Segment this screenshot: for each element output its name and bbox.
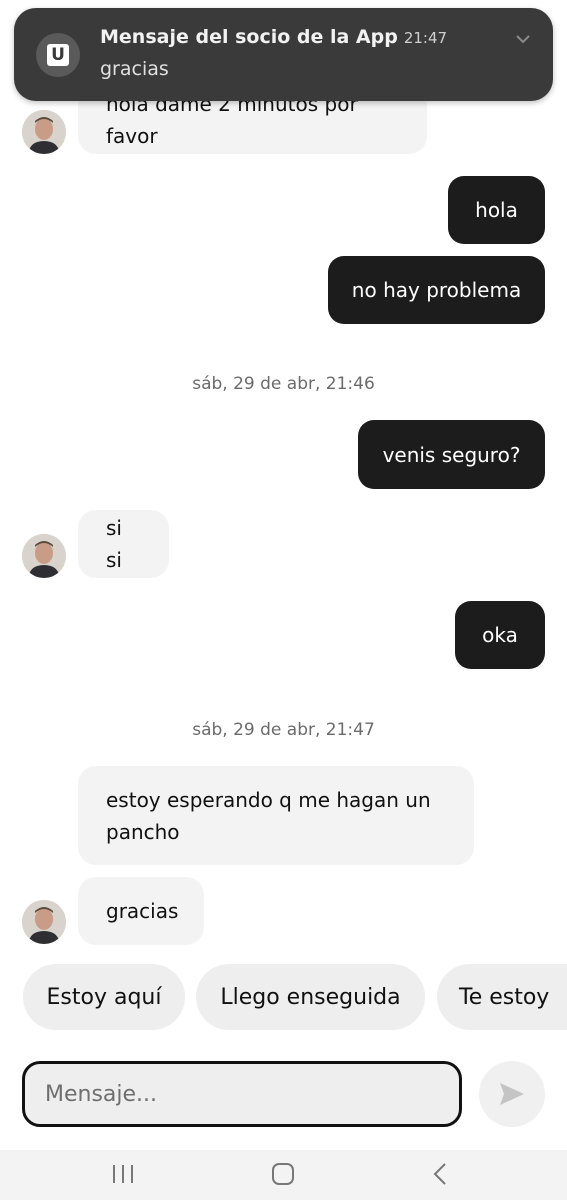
message-text-line: pancho: [106, 820, 180, 844]
incoming-message: gracias: [78, 877, 204, 945]
incoming-message: estoy esperando q me hagan un pancho: [78, 766, 474, 865]
date-stamp: sáb, 29 de abr, 21:46: [192, 374, 375, 394]
notification-title-row: Mensaje del socio de la App 21:47: [100, 26, 447, 48]
notification-time: 21:47: [403, 29, 448, 47]
outgoing-message: no hay problema: [328, 256, 545, 324]
recent-apps-icon[interactable]: [110, 1162, 136, 1186]
message-text: venis seguro?: [382, 442, 521, 467]
driver-avatar: [22, 110, 66, 154]
home-icon[interactable]: [270, 1162, 296, 1186]
quick-reply-chip[interactable]: Estoy aquí: [23, 964, 185, 1030]
push-notification[interactable]: U Mensaje del socio de la App 21:47 graci…: [14, 8, 553, 101]
notification-body: gracias: [100, 58, 169, 80]
notification-title: Mensaje del socio de la App: [100, 26, 398, 48]
outgoing-message: oka: [455, 601, 545, 669]
back-icon[interactable]: [430, 1162, 452, 1186]
uber-app-icon: U: [36, 33, 80, 77]
outgoing-message: hola: [448, 176, 545, 244]
send-button[interactable]: [479, 1061, 545, 1127]
quick-reply-chip[interactable]: Te estoy: [437, 964, 567, 1030]
message-text: si si: [106, 516, 122, 572]
outgoing-message: venis seguro?: [358, 420, 545, 489]
driver-avatar: [22, 534, 66, 578]
message-text: no hay problema: [351, 278, 522, 302]
quick-replies: Estoy aquí Llego enseguida Te estoy: [0, 964, 567, 1030]
send-arrow-icon: [500, 1083, 524, 1105]
chevron-down-icon[interactable]: [515, 34, 531, 44]
driver-avatar: [22, 900, 66, 944]
date-stamp: sáb, 29 de abr, 21:47: [192, 720, 375, 740]
incoming-message: si si: [78, 510, 169, 578]
quick-reply-chip[interactable]: Llego enseguida: [196, 964, 425, 1030]
message-text: gracias: [106, 899, 179, 923]
message-text-line: estoy esperando q me hagan un: [106, 788, 431, 812]
message-input[interactable]: Mensaje...: [22, 1061, 462, 1127]
message-text: oka: [482, 623, 518, 647]
system-navigation-bar: [0, 1150, 567, 1200]
message-text: hola: [475, 198, 518, 222]
